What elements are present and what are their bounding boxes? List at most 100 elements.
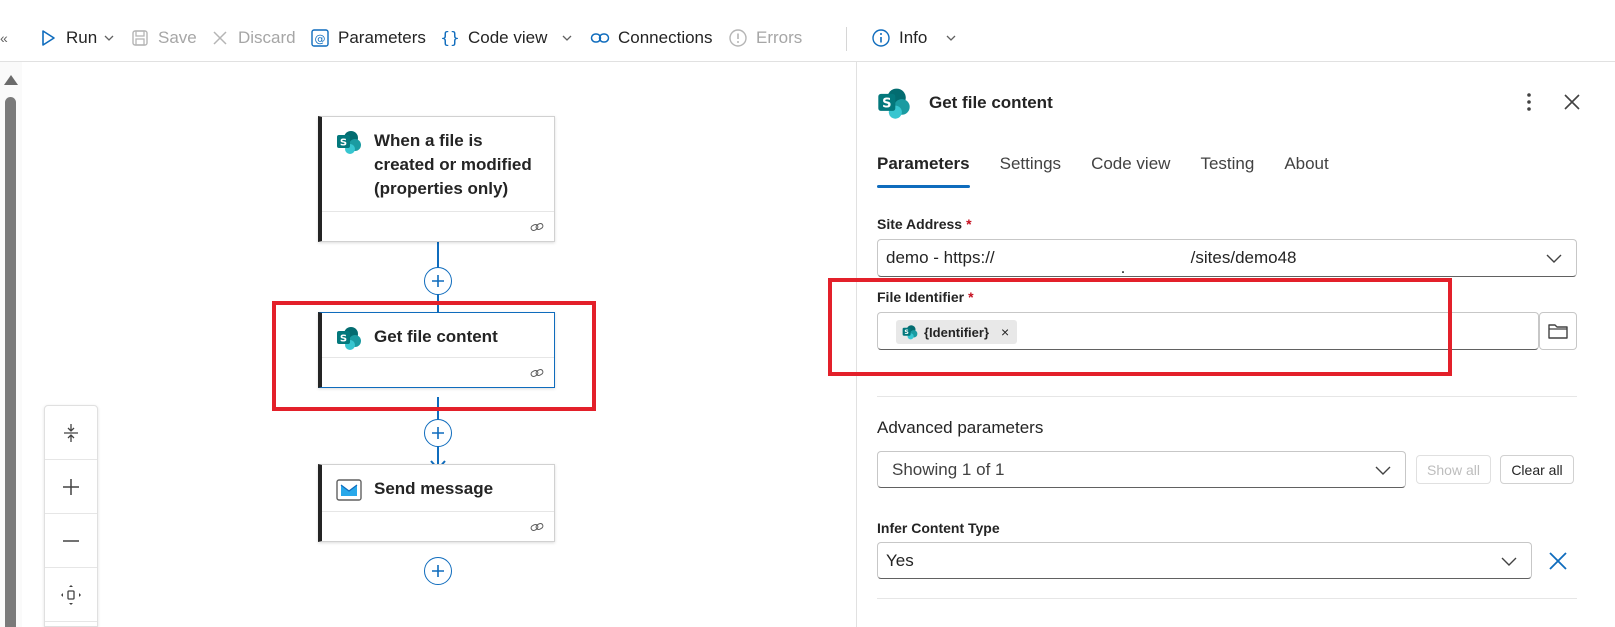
- card-title: Send message: [374, 479, 494, 498]
- plus-icon: [63, 478, 79, 495]
- tab-settings[interactable]: Settings: [1000, 150, 1061, 188]
- tab-parameters[interactable]: Parameters: [877, 150, 970, 188]
- code-view-label: Code view: [468, 28, 548, 47]
- errors-label: Errors: [756, 28, 803, 47]
- close-panel-icon[interactable]: [1562, 92, 1582, 112]
- folder-icon: [1548, 324, 1568, 339]
- section-divider: [877, 396, 1577, 397]
- file-identifier-label-text: File Identifier: [877, 289, 965, 305]
- get-file-content-card[interactable]: S Get file content: [318, 312, 555, 388]
- sharepoint-icon: S: [878, 88, 910, 119]
- connection-link-icon[interactable]: [530, 520, 544, 534]
- remove-token-icon[interactable]: ×: [1001, 324, 1009, 340]
- panel-header: S Get file content: [877, 86, 1053, 120]
- connections-button[interactable]: Connections: [590, 24, 713, 52]
- parameters-label: Parameters: [338, 28, 426, 47]
- svg-text:S: S: [340, 138, 347, 149]
- site-address-value-prefix: demo - https://: [886, 248, 995, 267]
- file-identifier-input[interactable]: S {Identifier} ×: [877, 312, 1539, 350]
- card-footer: [322, 511, 554, 541]
- play-icon: [42, 30, 55, 46]
- svg-text:@: @: [315, 33, 326, 46]
- site-address-value-suffix: /sites/demo48: [1190, 248, 1297, 267]
- chevron-down-icon: [104, 35, 114, 41]
- dynamic-content-token[interactable]: S {Identifier} ×: [896, 320, 1018, 344]
- infer-content-type-value: Yes: [886, 550, 914, 570]
- fit-view-button[interactable]: [45, 568, 97, 622]
- connections-label: Connections: [618, 28, 713, 47]
- connection-link-icon[interactable]: [530, 220, 544, 234]
- svg-text:{}: {}: [440, 28, 459, 47]
- save-button[interactable]: Save: [130, 24, 197, 52]
- site-address-label: Site Address *: [877, 216, 972, 232]
- toolbar-divider: [846, 27, 847, 51]
- add-step-button[interactable]: [424, 557, 452, 585]
- fit-view-icon: [61, 584, 81, 605]
- card-title: When a file is created or modified (prop…: [374, 131, 532, 198]
- fit-vertical-button[interactable]: [45, 406, 97, 460]
- infer-content-type-dropdown[interactable]: Yes: [877, 542, 1532, 579]
- zoom-out-button[interactable]: [45, 514, 97, 568]
- vertical-expand-icon: [64, 423, 78, 442]
- browse-folder-button[interactable]: [1539, 312, 1577, 350]
- show-all-button[interactable]: Show all: [1416, 455, 1491, 484]
- info-button[interactable]: Info: [871, 24, 957, 52]
- outlook-mail-icon: [336, 479, 362, 501]
- tab-about[interactable]: About: [1284, 150, 1328, 188]
- plus-icon: [432, 275, 444, 287]
- save-icon: [132, 30, 148, 46]
- discard-button[interactable]: Discard: [210, 24, 296, 52]
- connection-link-icon[interactable]: [530, 366, 544, 380]
- designer-toolbar: « Run Save Discard @ Parameters {} Code …: [0, 0, 1615, 62]
- vertical-scrollbar[interactable]: [0, 62, 22, 627]
- trigger-card[interactable]: S When a file is created or modified (pr…: [318, 116, 555, 242]
- card-header: S When a file is created or modified (pr…: [322, 117, 554, 209]
- more-options-icon[interactable]: [1519, 90, 1539, 114]
- run-button[interactable]: Run: [38, 24, 115, 52]
- scrollbar-thumb[interactable]: [5, 97, 16, 627]
- chevron-down-icon: [1546, 254, 1562, 263]
- remove-parameter-icon[interactable]: [1547, 550, 1569, 572]
- sharepoint-icon: S: [337, 131, 361, 154]
- parameters-button[interactable]: @ Parameters: [310, 24, 426, 52]
- sharepoint-icon: S: [337, 327, 361, 350]
- info-icon: [872, 29, 890, 47]
- code-view-button[interactable]: {} Code view: [440, 24, 573, 52]
- chevron-down-icon: [562, 35, 572, 41]
- add-step-button[interactable]: [424, 419, 452, 447]
- clear-all-button[interactable]: Clear all: [1500, 455, 1574, 484]
- site-address-value-dot: .: [1120, 258, 1126, 277]
- site-address-dropdown[interactable]: demo - https:// . /sites/demo48: [877, 239, 1577, 277]
- zoom-controls: [44, 405, 98, 627]
- tab-code-view[interactable]: Code view: [1091, 150, 1170, 188]
- chevron-down-icon: [1375, 466, 1391, 475]
- error-icon: [729, 29, 747, 47]
- action-details-panel: S Get file content Parameters Settings C…: [828, 62, 1615, 627]
- braces-icon: {}: [440, 28, 459, 47]
- send-message-card[interactable]: Send message: [318, 464, 555, 542]
- add-step-button[interactable]: [424, 267, 452, 295]
- parameters-icon: @: [311, 29, 329, 47]
- site-address-label-text: Site Address: [877, 216, 963, 232]
- discard-label: Discard: [238, 28, 296, 47]
- collapse-icon[interactable]: «: [0, 30, 8, 46]
- run-label: Run: [66, 28, 98, 47]
- advanced-parameters-dropdown[interactable]: Showing 1 of 1: [877, 451, 1406, 488]
- scroll-up-arrow-icon[interactable]: [4, 75, 18, 85]
- errors-button[interactable]: Errors: [728, 24, 802, 52]
- card-header: Send message: [322, 465, 554, 511]
- card-header: S Get file content: [322, 313, 554, 359]
- minus-icon: [63, 539, 79, 542]
- panel-title: Get file content: [929, 93, 1053, 112]
- tab-testing[interactable]: Testing: [1200, 150, 1254, 188]
- section-divider: [877, 598, 1577, 599]
- chevron-down-icon: [946, 35, 956, 41]
- svg-text:S: S: [882, 97, 891, 112]
- workflow-designer: « Run Save Discard @ Parameters {} Code …: [0, 0, 1615, 627]
- flow-canvas[interactable]: S When a file is created or modified (pr…: [22, 62, 856, 627]
- info-label: Info: [899, 28, 928, 47]
- infer-content-type-label: Infer Content Type: [877, 520, 1000, 536]
- zoom-in-button[interactable]: [45, 460, 97, 514]
- card-footer: [322, 357, 554, 387]
- close-icon: [213, 31, 227, 45]
